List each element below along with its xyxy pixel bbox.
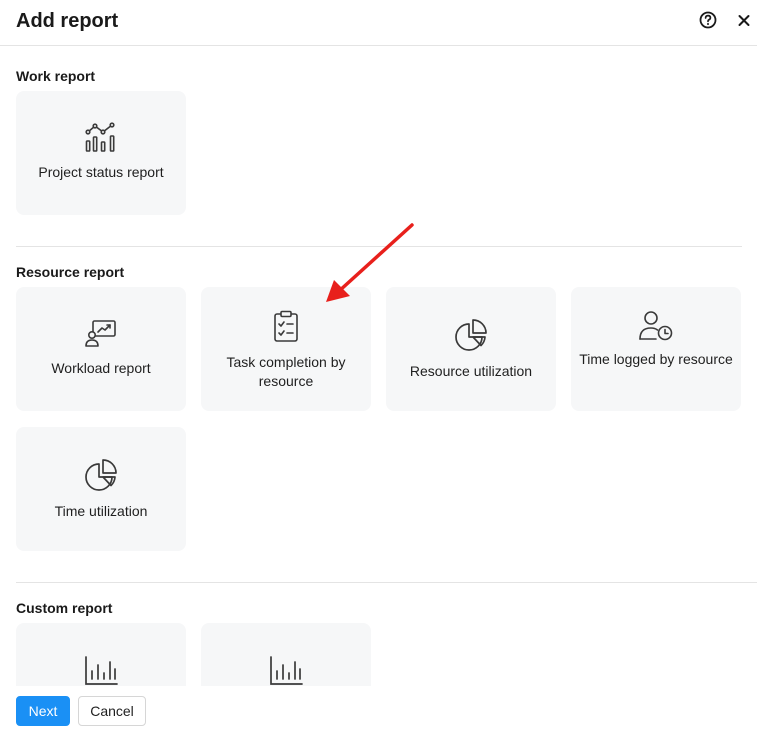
workload-presentation-icon: [85, 320, 116, 347]
section-label-resource: Resource report: [16, 264, 125, 280]
card-project-status-report[interactable]: Project status report: [16, 91, 186, 215]
card-label: Time utilization: [54, 503, 148, 519]
bar-chart-icon: [85, 656, 118, 685]
pie-chart-icon: [455, 319, 487, 351]
pie-chart-icon: [85, 459, 117, 491]
card-label: Time logged by resource: [579, 351, 733, 367]
project-status-chart-icon: [85, 122, 115, 152]
card-label: Workload report: [51, 360, 151, 376]
card-task-completion-by-resource[interactable]: Task completion by resource: [201, 287, 371, 411]
card-label: Project status report: [38, 164, 164, 180]
next-button[interactable]: Next: [16, 696, 70, 726]
card-time-logged-by-resource[interactable]: Time logged by resource: [571, 287, 741, 411]
section-divider: [16, 582, 757, 583]
card-resource-utilization[interactable]: Resource utilization: [386, 287, 556, 411]
help-circle-icon[interactable]: [698, 10, 718, 30]
dialog-header: Add report: [0, 0, 757, 46]
custom-cards-clip: [0, 600, 757, 686]
card-custom-report[interactable]: [16, 623, 186, 686]
cancel-button[interactable]: Cancel: [78, 696, 146, 726]
section-label-work: Work report: [16, 68, 96, 84]
card-time-utilization[interactable]: Time utilization: [16, 427, 186, 551]
dialog-title: Add report: [16, 10, 119, 32]
user-clock-icon: [639, 311, 673, 341]
card-label: Resource utilization: [409, 363, 533, 379]
card-label: Task completion by resource: [226, 354, 346, 389]
clipboard-checklist-icon: [274, 310, 298, 342]
card-workload-report[interactable]: Workload report: [16, 287, 186, 411]
section-divider: [16, 246, 742, 247]
bar-chart-icon: [270, 656, 303, 685]
close-icon[interactable]: [735, 10, 753, 30]
card-custom-report[interactable]: [201, 623, 371, 686]
